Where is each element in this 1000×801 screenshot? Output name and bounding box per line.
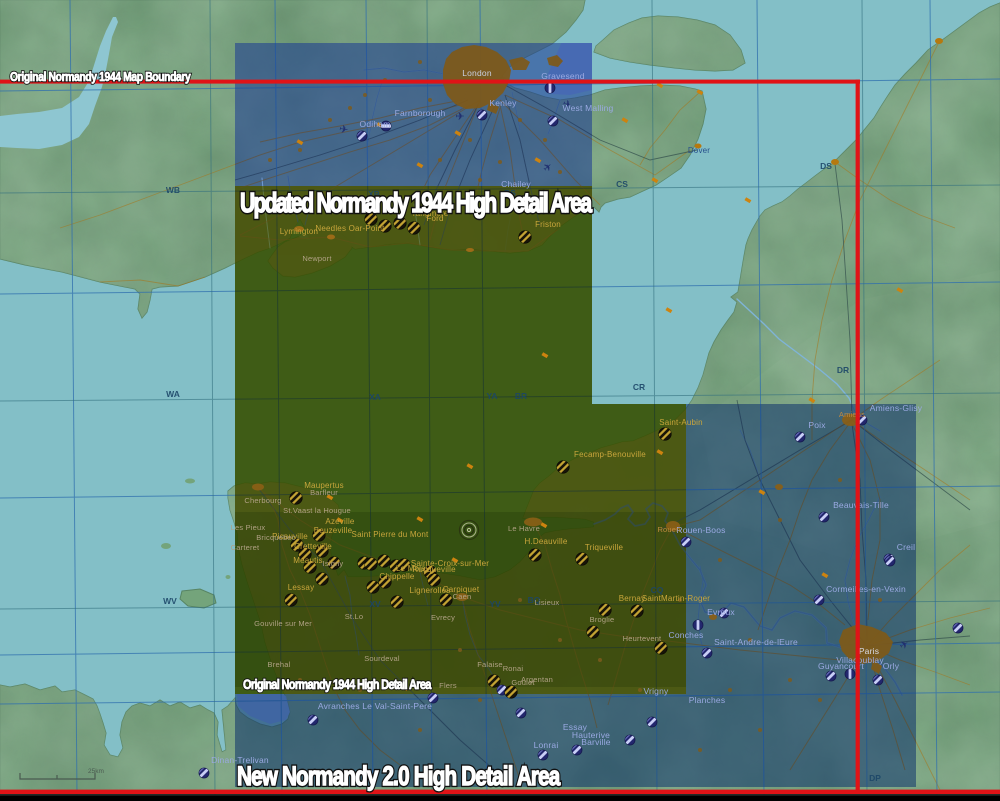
svg-text:New Normandy 2.0 High Detail A: New Normandy 2.0 High Detail Area xyxy=(237,762,561,792)
svg-text:Paris: Paris xyxy=(859,646,879,656)
svg-text:Goulet: Goulet xyxy=(511,678,535,687)
svg-text:London: London xyxy=(462,68,492,78)
svg-text:Cormeilles-en-Vexin: Cormeilles-en-Vexin xyxy=(826,584,906,594)
svg-text:Original Normandy 1944 Map Bou: Original Normandy 1944 Map Boundary xyxy=(10,71,191,84)
svg-text:Lessay: Lessay xyxy=(288,583,315,592)
svg-text:Le Havre: Le Havre xyxy=(508,524,540,533)
svg-text:Ronai: Ronai xyxy=(503,664,524,673)
svg-text:Gravesend: Gravesend xyxy=(541,71,584,81)
svg-text:Falaise: Falaise xyxy=(477,660,503,669)
svg-text:St.Vaast la Hougue: St.Vaast la Hougue xyxy=(283,506,351,515)
svg-text:✈: ✈ xyxy=(455,111,464,123)
svg-text:Evrecy: Evrecy xyxy=(431,613,455,622)
svg-text:Beauvais-Tille: Beauvais-Tille xyxy=(833,500,889,510)
svg-text:Carteret: Carteret xyxy=(231,543,260,552)
svg-text:Fecamp-Benouville: Fecamp-Benouville xyxy=(574,450,646,459)
svg-text:Saint-Andre-de-lEure: Saint-Andre-de-lEure xyxy=(714,637,798,647)
svg-text:Poix: Poix xyxy=(808,420,826,430)
svg-text:Heurtevent: Heurtevent xyxy=(623,634,662,643)
svg-text:Barville: Barville xyxy=(581,737,611,747)
svg-text:Les Pieux: Les Pieux xyxy=(231,523,266,532)
svg-text:CS: CS xyxy=(616,179,628,189)
svg-text:Beuzeville: Beuzeville xyxy=(314,526,353,535)
svg-text:Creil: Creil xyxy=(897,542,915,552)
svg-text:Lonrai: Lonrai xyxy=(534,740,559,750)
svg-text:Dover: Dover xyxy=(688,146,710,155)
svg-text:Orly: Orly xyxy=(883,661,900,671)
svg-text:Sourdeval: Sourdeval xyxy=(364,654,400,663)
svg-text:Cretteville: Cretteville xyxy=(294,542,332,551)
svg-text:Brehal: Brehal xyxy=(268,660,291,669)
svg-text:Broglie: Broglie xyxy=(590,615,615,624)
svg-text:Flers: Flers xyxy=(439,681,457,690)
svg-text:Conches: Conches xyxy=(669,630,704,640)
svg-text:Caen: Caen xyxy=(453,592,472,601)
svg-text:YV: YV xyxy=(489,599,501,609)
svg-text:WB: WB xyxy=(166,185,180,195)
svg-text:Isigny: Isigny xyxy=(323,559,344,568)
svg-text:Sainte-Croix-sur-Mer: Sainte-Croix-sur-Mer xyxy=(411,559,489,568)
svg-text:DP: DP xyxy=(869,773,881,783)
svg-text:Saint-Aubin: Saint-Aubin xyxy=(659,418,703,427)
svg-text:DR: DR xyxy=(837,365,849,375)
svg-text:Chippelle: Chippelle xyxy=(379,572,415,581)
svg-text:Newport: Newport xyxy=(302,254,332,263)
svg-text:SaintMartin-Roger: SaintMartin-Roger xyxy=(642,594,710,603)
svg-text:XA: XA xyxy=(369,392,381,402)
svg-text:St.Lo: St.Lo xyxy=(345,612,364,621)
svg-text:Saint Pierre du Mont: Saint Pierre du Mont xyxy=(352,530,430,539)
svg-text:Odiham: Odiham xyxy=(360,119,391,129)
svg-text:Lisieux: Lisieux xyxy=(535,598,560,607)
svg-text:WV: WV xyxy=(163,596,177,606)
svg-text:Rouen-Boos: Rouen-Boos xyxy=(676,525,725,535)
svg-text:Amiens: Amiens xyxy=(839,410,865,419)
svg-text:Original Normandy 1944 High De: Original Normandy 1944 High Detail Area xyxy=(243,677,432,692)
svg-text:Rouen: Rouen xyxy=(657,525,680,534)
svg-text:Updated Normandy 1944 High Det: Updated Normandy 1944 High Detail Area xyxy=(240,188,592,219)
svg-text:West Malling: West Malling xyxy=(563,103,614,113)
svg-text:Kenley: Kenley xyxy=(489,98,517,108)
svg-text:Bricquebec: Bricquebec xyxy=(256,533,296,542)
svg-text:Evreux: Evreux xyxy=(707,607,735,617)
svg-text:Amiens-Glisy: Amiens-Glisy xyxy=(870,403,923,413)
svg-text:Azeville: Azeville xyxy=(325,517,355,526)
svg-text:Farnborough: Farnborough xyxy=(395,108,446,118)
svg-text:Cherbourg: Cherbourg xyxy=(244,496,281,505)
svg-text:XV: XV xyxy=(369,599,381,609)
svg-text:Triqueville: Triqueville xyxy=(585,543,624,552)
svg-text:Meautis: Meautis xyxy=(293,556,322,565)
svg-text:YA: YA xyxy=(486,391,497,401)
svg-text:Lymington: Lymington xyxy=(280,227,318,236)
svg-text:Vrigny: Vrigny xyxy=(644,686,670,696)
svg-text:CR: CR xyxy=(633,382,645,392)
svg-text:DS: DS xyxy=(820,161,832,171)
svg-text:Avranches Le Val-Saint-Pere: Avranches Le Val-Saint-Pere xyxy=(318,701,432,711)
svg-text:BR: BR xyxy=(515,391,527,401)
svg-text:Needles Oar-Point: Needles Oar-Point xyxy=(315,224,385,233)
svg-text:WA: WA xyxy=(166,389,180,399)
svg-text:Villacoublay: Villacoublay xyxy=(836,655,884,665)
svg-text:Barfleur: Barfleur xyxy=(310,488,338,497)
svg-text:H.Deauville: H.Deauville xyxy=(524,537,567,546)
svg-text:25km: 25km xyxy=(88,768,104,775)
svg-text:Friston: Friston xyxy=(535,220,561,229)
svg-text:Gouville sur Mer: Gouville sur Mer xyxy=(254,619,312,628)
svg-text:Planches: Planches xyxy=(689,695,726,705)
